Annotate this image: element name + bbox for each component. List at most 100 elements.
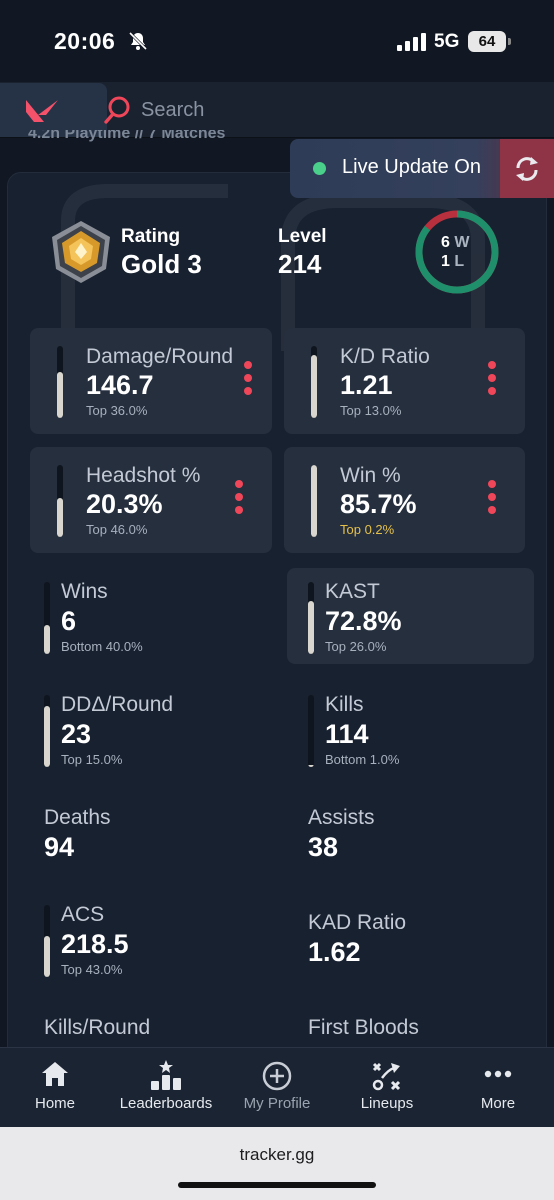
more-dots-icon [484,1070,512,1078]
stat-value: 218.5 [61,929,129,959]
battery-icon: 64 [468,31,511,52]
stat-label: Win % [340,464,401,487]
nav-label: More [480,1095,516,1112]
stat-wins[interactable]: Wins 6 Bottom 40.0% [44,570,264,664]
stat-label: Kills [325,693,364,716]
stat-value: 94 [44,832,75,862]
stat-tile-headshot[interactable]: Headshot % 20.3% Top 46.0% [30,447,272,553]
stat-label: DDΔ/Round [61,693,174,716]
more-options-icon[interactable] [235,480,243,516]
stat-percentile: Top 0.2% [340,522,395,537]
refresh-button[interactable] [500,139,554,198]
stat-label: Wins [61,580,108,603]
stat-value: 23 [61,719,92,749]
status-time: 20:06 [54,28,116,54]
leaderboard-icon [151,1060,181,1090]
percentile-bar [57,346,63,418]
percentile-bar [311,465,317,537]
stat-percentile: Top 15.0% [61,752,123,767]
nav-leaderboards[interactable]: Leaderboards [111,1048,221,1128]
nav-label: Home [34,1095,75,1112]
stat-value: 20.3% [86,489,163,519]
refresh-icon [516,157,538,181]
home-icon [42,1062,68,1086]
percentile-bar [308,695,314,767]
overview-card: Rating Gold 3 Level 214 6 W 1 L Damage/R… [7,172,547,1052]
stat-label: ACS [61,903,105,926]
stat-label: Damage/Round [86,345,234,368]
stat-percentile: Top 26.0% [325,639,387,654]
win-loss-ring [415,210,499,294]
wins-count: 6 W [441,234,470,251]
stat-label: KAST [325,580,380,603]
lineups-icon [372,1062,401,1091]
rating-value: Gold 3 [121,249,202,279]
percentile-bar [311,346,317,418]
nav-home[interactable]: Home [0,1048,110,1128]
stat-assists[interactable]: Assists 38 [308,796,528,866]
live-update-label: Live Update On [342,156,481,178]
percentile-bar [308,582,314,654]
stat-tile-win-pct[interactable]: Win % 85.7% Top 0.2% [284,447,525,553]
losses-count: 1 L [441,253,465,270]
cell-signal-icon [397,33,426,51]
stat-ddelta-round[interactable]: DDΔ/Round 23 Top 15.0% [44,683,264,777]
stat-percentile: Top 46.0% [86,522,148,537]
stat-percentile: Top 13.0% [340,403,402,418]
level-value: 214 [278,249,322,279]
nav-label: My Profile [243,1095,311,1112]
stat-value: 72.8% [325,606,402,636]
stat-value: 114 [325,719,369,749]
nav-label: Leaderboards [119,1095,213,1112]
live-update-banner[interactable]: Live Update On [290,139,554,198]
playtime-summary: 4.2h Playtime // 7 Matches [28,130,226,142]
search-icon[interactable] [104,95,132,125]
stat-kills[interactable]: Kills 114 Bottom 1.0% [308,683,528,777]
stat-value: 1.62 [308,937,361,967]
stat-kast[interactable]: KAST 72.8% Top 26.0% [308,570,528,664]
stat-value: 38 [308,832,339,862]
stat-label: K/D Ratio [340,345,430,368]
more-options-icon[interactable] [488,480,496,516]
stat-kad-ratio[interactable]: KAD Ratio 1.62 [308,901,528,971]
nav-lineups[interactable]: Lineups [332,1048,442,1128]
logo-button[interactable] [0,83,107,137]
stat-value: 146.7 [86,370,154,400]
percentile-bar [57,465,63,537]
stat-percentile: Top 36.0% [86,403,148,418]
stat-value: 6 [61,606,77,636]
nav-label: Lineups [360,1095,414,1112]
stat-percentile: Top 43.0% [61,962,123,977]
stat-acs[interactable]: ACS 218.5 Top 43.0% [44,893,264,987]
stat-tile-damage-round[interactable]: Damage/Round 146.7 Top 36.0% [30,328,272,434]
level-label: Level [278,226,327,247]
stat-label: Assists [308,806,375,829]
stat-label: First Bloods [308,1016,419,1039]
url-text: tracker.gg [239,1145,315,1164]
stat-value: 85.7% [340,489,417,519]
more-options-icon[interactable] [488,361,496,397]
stat-value: 1.21 [340,370,393,400]
percentile-bar [44,695,50,767]
silent-mode-icon [128,31,148,51]
stat-kills-round[interactable]: Kills/Round 0.0 [44,1006,264,1051]
add-circle-icon [262,1061,292,1091]
valorant-logo-icon [26,100,58,122]
gold-rank-icon [52,221,110,283]
more-options-icon[interactable] [244,361,252,397]
stat-label: Headshot % [86,464,201,487]
stat-deaths[interactable]: Deaths 94 [44,796,264,866]
percentile-bar [44,905,50,977]
stat-label: KAD Ratio [308,911,407,934]
percentile-bar [44,582,50,654]
nav-more[interactable]: More [443,1048,553,1128]
stat-first-bloods[interactable]: First Bloods 00 [308,1006,528,1051]
stat-percentile: Bottom 40.0% [61,639,143,654]
stat-tile-kd-ratio[interactable]: K/D Ratio 1.21 Top 13.0% [284,328,525,434]
search-input[interactable] [141,96,441,124]
rating-label: Rating [121,226,181,247]
status-bar: 20:06 5G 64 [0,0,554,82]
browser-address-bar[interactable]: tracker.gg [0,1127,554,1200]
stat-label: Kills/Round [44,1016,151,1039]
nav-my-profile[interactable]: My Profile [222,1048,332,1128]
